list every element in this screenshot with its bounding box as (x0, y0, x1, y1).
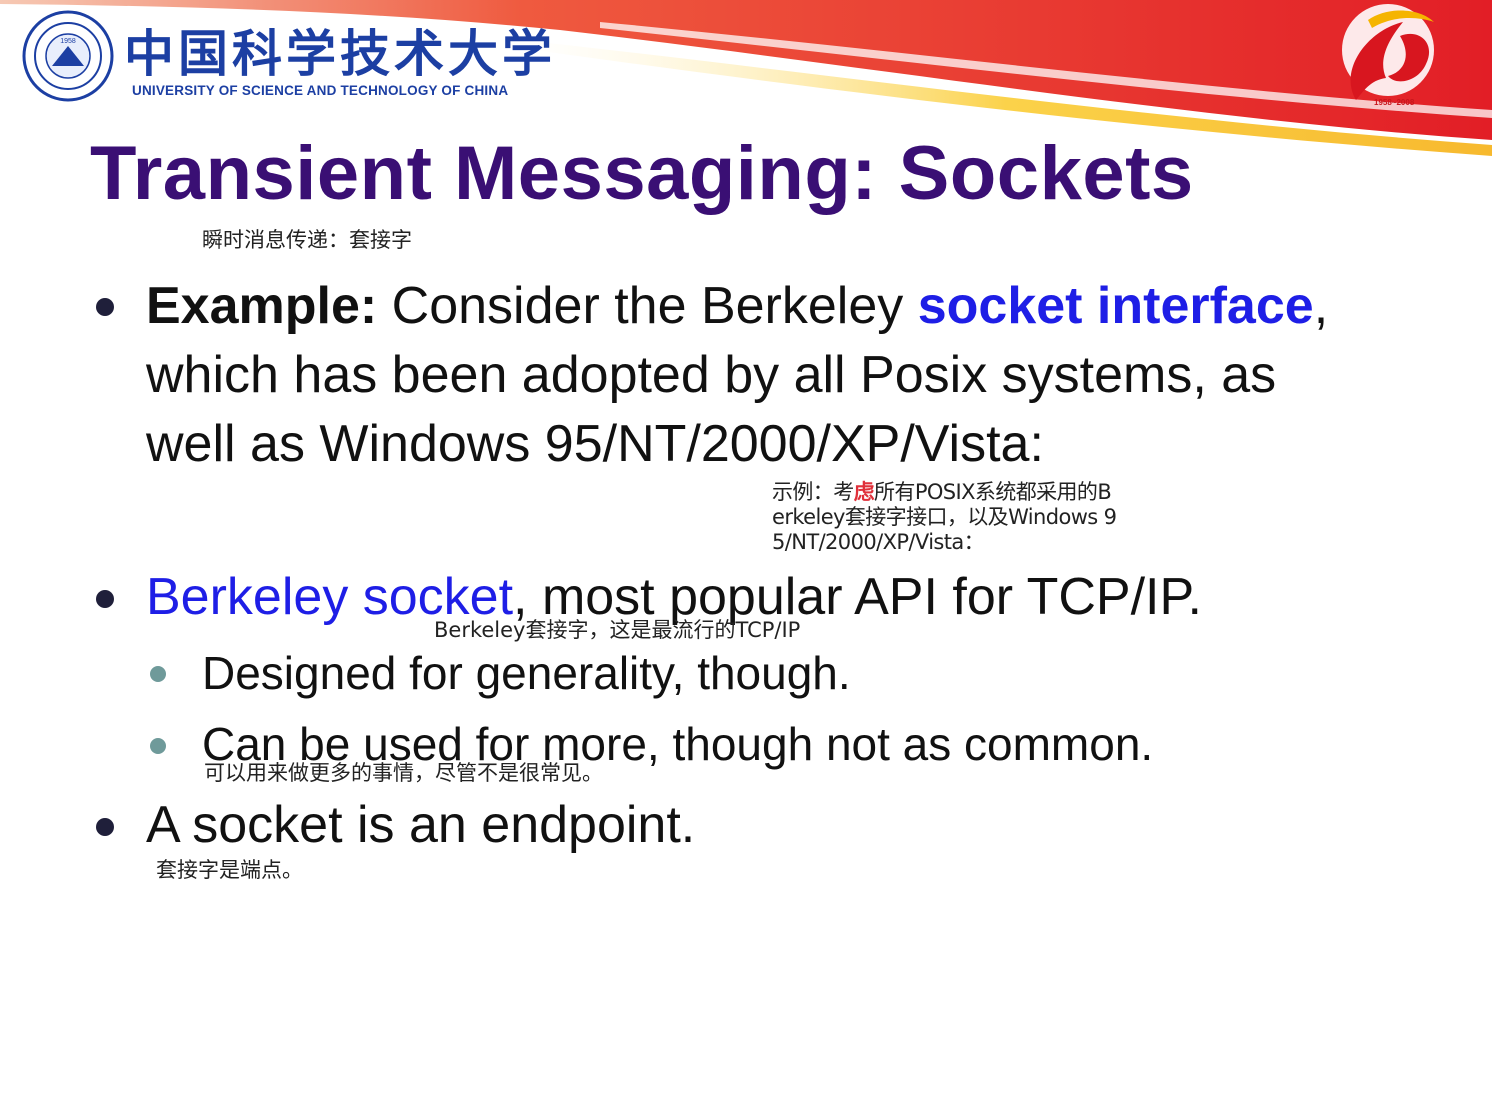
bullet-endpoint-annotation: 套接字是端点。 (156, 858, 303, 882)
university-name-chinese: 中国科学技术大学 (124, 24, 556, 83)
bullet-dot (96, 818, 114, 836)
slide-title: Transient Messaging: Sockets (90, 131, 1194, 216)
sub-bullet-annotation: 可以用来做更多的事情，尽管不是很常见。 (204, 761, 603, 785)
bullet-example: Example: Consider the Berkeley socket in… (146, 272, 1376, 479)
university-name-english: UNIVERSITY OF SCIENCE AND TECHNOLOGY OF … (132, 83, 509, 98)
sub-bullet-generality: Designed for generality, though. (202, 647, 851, 699)
anniversary-years: 1958~2008 (1374, 98, 1415, 107)
bullet-dot (96, 298, 114, 316)
annotation-text: 示例：考 (772, 480, 854, 504)
title-annotation: 瞬时消息传递：套接字 (202, 228, 412, 252)
bullet-endpoint: A socket is an endpoint. (146, 796, 696, 854)
bullet-dot (96, 590, 114, 608)
highlight-term: socket interface (917, 277, 1314, 335)
university-seal-logo: 1958 (22, 10, 114, 102)
sub-bullet-dot (150, 666, 166, 682)
svg-text:1958: 1958 (60, 38, 76, 45)
bullet-example-annotation: 示例：考虑所有POSIX系统都采用的B erkeley套接字接口，以及Windo… (772, 480, 1192, 555)
sub-bullet-dot (150, 738, 166, 754)
handwritten-mark: 虑 (853, 480, 875, 504)
bullet-berkeley-annotation: Berkeley套接字，这是最流行的TCP/IP (434, 618, 801, 642)
bullet-text: Consider the Berkeley (377, 277, 918, 335)
bullet-label: Example: (146, 277, 378, 335)
